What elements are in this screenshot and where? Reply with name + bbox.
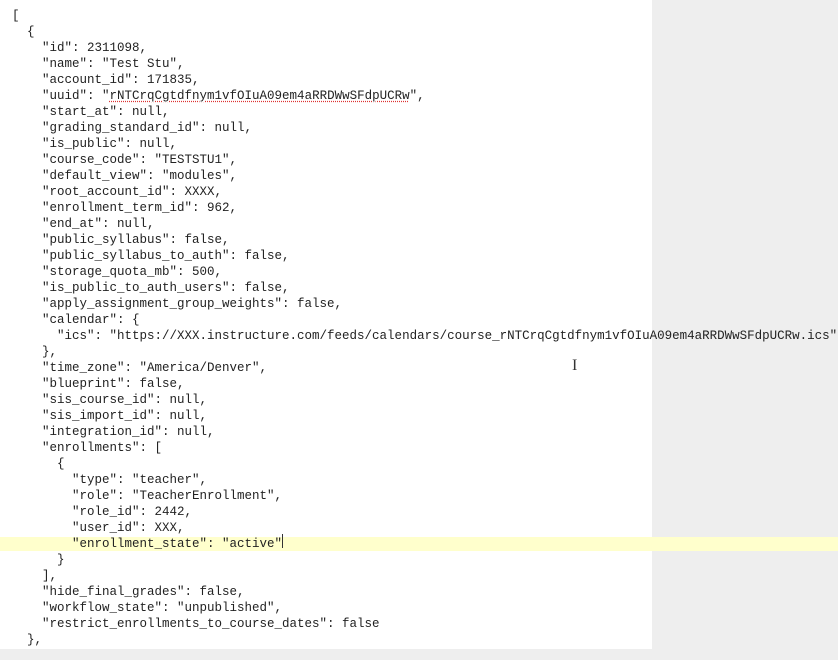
line-enroll-obj-open[interactable]: { [12, 457, 65, 471]
line-public-syllabus[interactable]: "public_syllabus": false, [12, 233, 230, 247]
line-enroll-role[interactable]: "role": "TeacherEnrollment", [12, 489, 282, 503]
line-apply-weights[interactable]: "apply_assignment_group_weights": false, [12, 297, 342, 311]
line-blueprint[interactable]: "blueprint": false, [12, 377, 185, 391]
line-enrollments-close[interactable]: ], [12, 569, 57, 583]
line-sis-import[interactable]: "sis_import_id": null, [12, 409, 207, 423]
line-enrollment-term[interactable]: "enrollment_term_id": 962, [12, 201, 237, 215]
line-name[interactable]: "name": "Test Stu", [12, 57, 185, 71]
line-enroll-user-id[interactable]: "user_id": XXX, [12, 521, 185, 535]
line-public-auth-users[interactable]: "is_public_to_auth_users": false, [12, 281, 290, 295]
line-enroll-obj-close[interactable]: } [12, 553, 65, 567]
line[interactable]: [ [12, 9, 20, 23]
code-block: [ { "id": 2311098, "name": "Test Stu", "… [0, 0, 652, 660]
uuid-value[interactable]: rNTCrqCgtdfnym1vfOIuA09em4aRRDWwSFdpUCRw [110, 89, 410, 103]
line-calendar-close[interactable]: }, [12, 345, 57, 359]
line-enroll-type[interactable]: "type": "teacher", [12, 473, 207, 487]
line-calendar-open[interactable]: "calendar": { [12, 313, 140, 327]
line-time-zone[interactable]: "time_zone": "America/Denver", [12, 361, 267, 375]
line-ics[interactable]: "ics": "https://XXX.instructure.com/feed… [12, 329, 837, 343]
line-hide-final-grades[interactable]: "hide_final_grades": false, [12, 585, 245, 599]
line-close-brace[interactable]: }, [12, 633, 42, 647]
line-root-account[interactable]: "root_account_id": XXXX, [12, 185, 222, 199]
line-course-code[interactable]: "course_code": "TESTSTU1", [12, 153, 237, 167]
line-restrict[interactable]: "restrict_enrollments_to_course_dates": … [12, 617, 380, 631]
line-uuid[interactable]: "uuid": "rNTCrqCgtdfnym1vfOIuA09em4aRRDW… [12, 89, 425, 103]
line-grading-standard[interactable]: "grading_standard_id": null, [12, 121, 252, 135]
code-editor[interactable]: [ { "id": 2311098, "name": "Test Stu", "… [0, 0, 652, 649]
line-public-syllabus-auth[interactable]: "public_syllabus_to_auth": false, [12, 249, 290, 263]
line-enroll-state[interactable]: "enrollment_state": "active" [12, 537, 282, 551]
line-start-at[interactable]: "start_at": null, [12, 105, 170, 119]
line-integration[interactable]: "integration_id": null, [12, 425, 215, 439]
line-is-public[interactable]: "is_public": null, [12, 137, 177, 151]
line-sis-course[interactable]: "sis_course_id": null, [12, 393, 207, 407]
line-default-view[interactable]: "default_view": "modules", [12, 169, 237, 183]
line-id[interactable]: "id": 2311098, [12, 41, 147, 55]
line-workflow-state[interactable]: "workflow_state": "unpublished", [12, 601, 282, 615]
line-account-id[interactable]: "account_id": 171835, [12, 73, 200, 87]
line-storage-quota[interactable]: "storage_quota_mb": 500, [12, 265, 222, 279]
line-end-at[interactable]: "end_at": null, [12, 217, 155, 231]
line-enroll-role-id[interactable]: "role_id": 2442, [12, 505, 192, 519]
line-enrollments-open[interactable]: "enrollments": [ [12, 441, 162, 455]
line[interactable]: { [12, 25, 35, 39]
